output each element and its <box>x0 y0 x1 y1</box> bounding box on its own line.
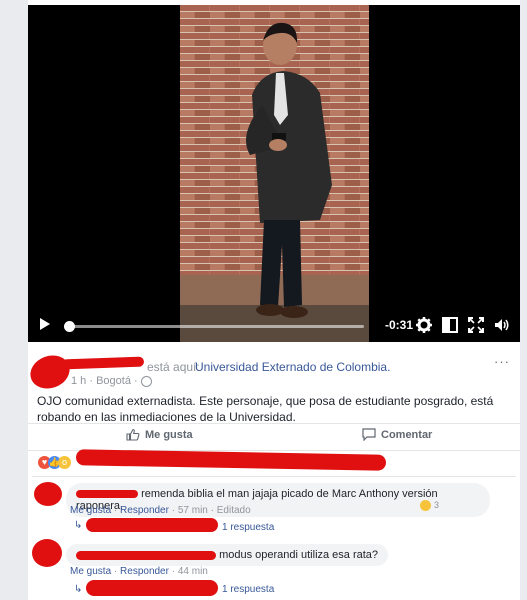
comment-icon <box>362 428 376 441</box>
video-controls: -0:31 <box>28 310 520 342</box>
comment-reply-link[interactable]: Responder <box>120 566 169 577</box>
redacted-avatar <box>25 350 75 394</box>
reply-arrow-icon: ↳ <box>74 584 83 595</box>
fullscreen-icon[interactable] <box>468 317 484 333</box>
post-action-bar: Me gusta Comentar <box>28 423 520 451</box>
settings-gear-icon[interactable] <box>416 317 432 333</box>
play-icon[interactable] <box>40 318 50 330</box>
post-timestamp[interactable]: 1 h · Bogotá · <box>71 375 138 387</box>
redacted-commenter-avatar <box>32 539 62 567</box>
progress-thumb[interactable] <box>64 321 75 332</box>
comment-button[interactable]: Comentar <box>362 428 432 441</box>
time-remaining: -0:31 <box>385 318 414 332</box>
comment-time[interactable]: · 57 min · Editado <box>172 505 251 516</box>
video-still-image <box>180 5 369 342</box>
redacted-reactors <box>75 449 387 471</box>
post-header: está aquí: Universidad Externado de Colo… <box>25 350 520 394</box>
comment-bubble: modus operandi utiliza esa rata? <box>66 544 389 566</box>
video-frame <box>180 5 369 342</box>
redacted-replier <box>86 518 218 532</box>
redacted-commenter-name <box>76 550 216 560</box>
comment-reply-link[interactable]: Responder <box>120 505 169 516</box>
like-button[interactable]: Me gusta <box>126 428 193 441</box>
view-replies-link[interactable]: 1 respuesta <box>222 584 274 595</box>
view-replies-link[interactable]: 1 respuesta <box>222 522 274 533</box>
comment-label: Comentar <box>381 428 433 441</box>
wow-reaction-icon: o <box>58 456 71 469</box>
reactions-summary[interactable]: ♥ 👍 o <box>32 449 516 477</box>
thumbs-up-icon <box>126 428 140 441</box>
comment-time[interactable]: · 44 min <box>172 566 208 577</box>
laugh-reaction-icon <box>420 500 431 511</box>
progress-track[interactable] <box>64 321 364 332</box>
volume-icon[interactable] <box>494 317 510 333</box>
post-text: OJO comunidad externadista. Este persona… <box>37 394 494 424</box>
redacted-commenter-avatar <box>34 482 62 506</box>
comment-text: modus operandi utiliza esa rata? <box>219 549 379 561</box>
comment-reaction-count[interactable]: 3 <box>434 500 439 510</box>
comment-meta: Me gusta · Responder · 57 min · Editado <box>70 505 251 516</box>
post-meta: 1 h · Bogotá · <box>71 375 152 387</box>
globe-icon <box>140 375 152 387</box>
redacted-author-name <box>61 356 145 370</box>
is-here-text: está aquí: <box>147 360 200 374</box>
redacted-replier <box>86 580 218 596</box>
comment-like-link[interactable]: Me gusta <box>70 566 111 577</box>
comment-like-link[interactable]: Me gusta <box>70 505 111 516</box>
like-label: Me gusta <box>145 428 193 441</box>
facebook-post: -0:31 está aquí: Universidad Externado d… <box>25 0 520 600</box>
video-player[interactable]: -0:31 <box>28 5 520 342</box>
place-link[interactable]: Universidad Externado de Colombia. <box>195 360 390 374</box>
reply-arrow-icon: ↳ <box>74 520 83 531</box>
redacted-commenter-name <box>76 490 138 499</box>
picture-in-picture-icon[interactable] <box>442 317 458 333</box>
comment-meta: Me gusta · Responder · 44 min <box>70 566 208 577</box>
post-menu-button[interactable]: ··· <box>494 354 510 369</box>
